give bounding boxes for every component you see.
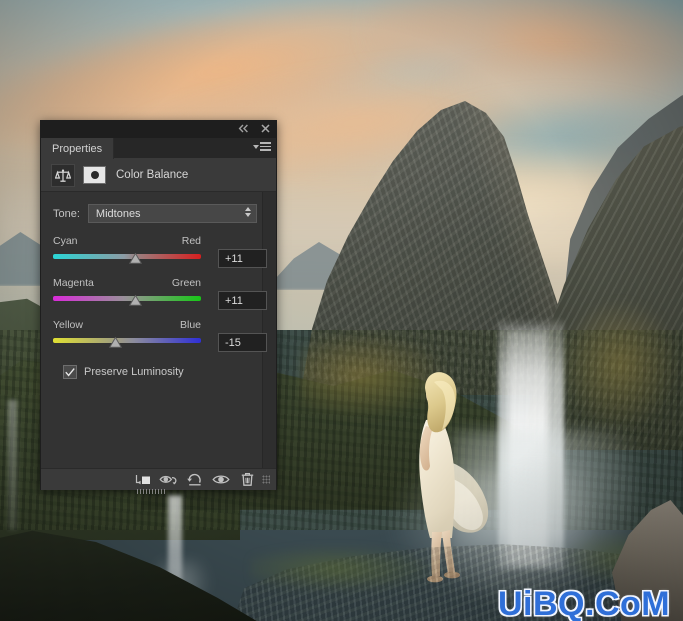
slider-group: Cyan Red +11 Magenta Green +11 Yellow Bl… [41, 223, 276, 352]
watermark-text: UiBQ.CoM [498, 585, 671, 621]
panel-body: Tone: Midtones Cyan Red +11 Magenta Gree… [41, 192, 276, 468]
color-balance-scales-icon[interactable] [51, 163, 75, 187]
slider-magenta-green-value-text: +11 [225, 294, 243, 307]
adjustment-title: Color Balance [116, 169, 189, 181]
menu-hamburger-icon [260, 142, 271, 151]
slider-cyan-red-left-label: Cyan [53, 235, 78, 247]
slider-cyan-red: Cyan Red +11 [53, 235, 276, 268]
close-icon[interactable] [259, 122, 272, 135]
adjustment-header: Color Balance [41, 159, 276, 192]
slider-yellow-blue-left-label: Yellow [53, 319, 83, 331]
screenshot-root: UiBQ.CoM Properties Color Balance Tone: … [0, 0, 683, 621]
clip-to-layer-icon[interactable] [130, 469, 156, 490]
panel-footer [41, 468, 276, 494]
panel-resize-grip[interactable] [137, 489, 167, 494]
tone-select[interactable]: Midtones [87, 204, 257, 223]
tab-properties[interactable]: Properties [41, 138, 115, 159]
slider-yellow-blue-thumb[interactable] [109, 337, 123, 348]
slider-magenta-green-track[interactable] [53, 296, 201, 301]
slider-yellow-blue-track[interactable] [53, 338, 201, 343]
tone-select-value: Midtones [95, 207, 141, 220]
eye-previous-state-icon[interactable] [156, 469, 182, 490]
slider-cyan-red-value[interactable]: +11 [218, 249, 267, 268]
layer-mask-thumbnail[interactable] [83, 166, 106, 184]
preserve-luminosity-row[interactable]: Preserve Luminosity [41, 361, 276, 379]
slider-yellow-blue: Yellow Blue -15 [53, 319, 276, 352]
slider-cyan-red-track[interactable] [53, 254, 201, 259]
tone-spinner-icon[interactable] [244, 207, 251, 217]
preserve-luminosity-checkbox[interactable] [63, 365, 77, 379]
tone-label: Tone: [53, 207, 80, 220]
slider-yellow-blue-value[interactable]: -15 [218, 333, 267, 352]
panel-titlebar[interactable] [41, 121, 276, 138]
panel-menu-icon[interactable] [253, 142, 271, 151]
tone-row: Tone: Midtones [41, 192, 276, 223]
eye-icon[interactable] [208, 469, 234, 490]
slider-yellow-blue-right-label: Blue [179, 319, 201, 331]
slider-magenta-green-value[interactable]: +11 [218, 291, 267, 310]
slider-magenta-green-left-label: Magenta [53, 277, 94, 289]
panel-tabstrip[interactable]: Properties [41, 138, 276, 159]
tab-properties-label: Properties [52, 142, 103, 155]
slider-magenta-green: Magenta Green +11 [53, 277, 276, 310]
collapse-to-icons-icon[interactable] [237, 122, 250, 135]
slider-cyan-red-value-text: +11 [225, 252, 243, 265]
slider-cyan-red-right-label: Red [181, 235, 201, 247]
trash-icon[interactable] [234, 469, 260, 490]
grip-dots-icon [262, 475, 270, 484]
tabstrip-empty-area [114, 138, 276, 159]
slider-magenta-green-thumb[interactable] [128, 295, 142, 306]
mask-dot-icon [90, 171, 99, 179]
preserve-luminosity-label: Preserve Luminosity [84, 366, 184, 378]
panel-grip[interactable] [260, 469, 272, 490]
slider-cyan-red-thumb[interactable] [128, 253, 142, 264]
menu-triangle-icon [253, 144, 259, 149]
slider-magenta-green-right-label: Green [171, 277, 201, 289]
reset-arrow-icon[interactable] [182, 469, 208, 490]
properties-panel[interactable]: Properties Color Balance Tone: Midtones … [40, 120, 277, 494]
slider-yellow-blue-value-text: -15 [225, 336, 241, 349]
